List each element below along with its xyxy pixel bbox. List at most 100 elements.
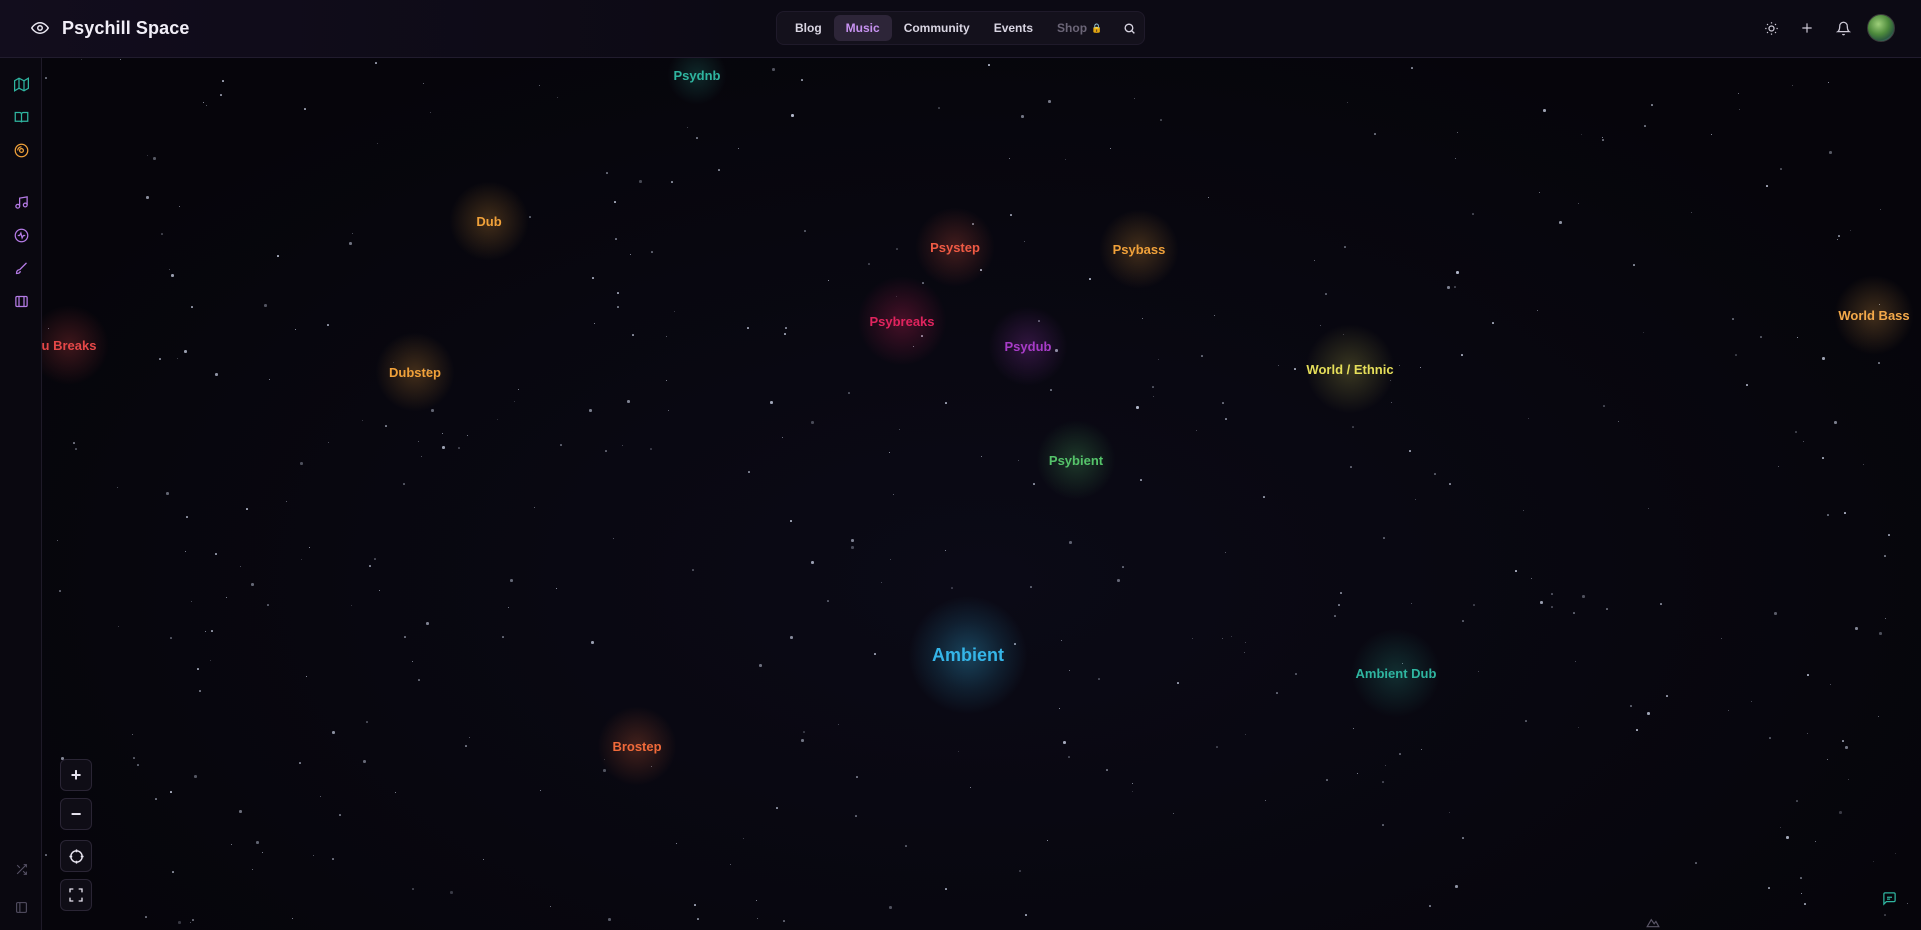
star: [377, 143, 378, 144]
genre-node-dub[interactable]: Dub: [449, 181, 529, 261]
star: [1050, 389, 1052, 391]
genre-node-psydnb[interactable]: Psydnb: [612, 58, 782, 105]
star: [1796, 800, 1798, 802]
star: [1340, 592, 1342, 594]
chat-button[interactable]: [1878, 887, 1900, 909]
genre-node-psybass[interactable]: Psybass: [1079, 209, 1199, 289]
music-note-icon[interactable]: [10, 191, 32, 213]
zoom-in-button[interactable]: +: [60, 759, 92, 791]
star: [395, 792, 396, 793]
star: [1434, 473, 1436, 475]
star: [246, 508, 248, 510]
star: [1455, 885, 1458, 888]
library-icon[interactable]: [10, 290, 32, 312]
star: [1880, 209, 1881, 210]
star: [332, 731, 335, 734]
star: [1578, 727, 1579, 728]
app-title[interactable]: Psychill Space: [62, 18, 189, 39]
star: [1644, 125, 1646, 127]
genre-label: Psybreaks: [869, 313, 935, 329]
star: [606, 172, 608, 174]
star: [186, 516, 188, 518]
tab-shop[interactable]: Shop 🔒: [1045, 15, 1114, 41]
panel-icon[interactable]: [10, 896, 32, 918]
fullscreen-button[interactable]: [60, 879, 92, 911]
star: [1411, 603, 1412, 604]
star: [1140, 479, 1142, 481]
genre-node-psydub[interactable]: Psydub: [973, 306, 1083, 386]
radio-icon[interactable]: [10, 224, 32, 246]
star: [1633, 264, 1635, 266]
star: [133, 757, 135, 759]
genre-node-ambient-dub[interactable]: Ambient Dub: [1321, 628, 1471, 718]
plus-icon: [1802, 23, 1812, 33]
search-icon: [1124, 22, 1135, 34]
star: [465, 745, 467, 747]
genre-node-breaks[interactable]: u Breaks: [42, 305, 109, 385]
star: [1884, 555, 1886, 557]
star: [418, 441, 419, 442]
genre-node-world-bass[interactable]: World Bass: [1814, 275, 1921, 355]
star: [412, 661, 413, 662]
brush-icon[interactable]: [10, 257, 32, 279]
star: [1492, 322, 1494, 324]
tab-events[interactable]: Events: [982, 15, 1045, 41]
star: [1478, 671, 1479, 672]
star: [1472, 213, 1474, 215]
book-icon[interactable]: [10, 106, 32, 128]
shuffle-icon[interactable]: [10, 858, 32, 880]
star: [1142, 318, 1143, 319]
theme-toggle-button[interactable]: [1753, 13, 1789, 43]
star: [1885, 618, 1886, 619]
zoom-out-button[interactable]: −: [60, 798, 92, 830]
star: [240, 566, 241, 567]
star: [1382, 781, 1384, 783]
genre-space-map[interactable]: Psydnb Dub Psystep Psybass World Bass u …: [42, 58, 1921, 930]
star: [1735, 354, 1737, 356]
genre-node-psybreaks[interactable]: Psybreaks: [842, 276, 962, 366]
main-nav: Blog Music Community Events Shop 🔒: [776, 11, 1145, 45]
plus-icon: +: [70, 764, 82, 785]
genre-node-world-ethnic[interactable]: World / Ethnic: [1275, 324, 1425, 414]
tab-community[interactable]: Community: [892, 15, 982, 41]
brand[interactable]: Psychill Space: [28, 14, 189, 42]
attribution-button[interactable]: [1643, 913, 1663, 930]
star: [1618, 421, 1619, 422]
star: [299, 762, 301, 764]
star: [120, 59, 121, 60]
genre-node-psybient[interactable]: Psybient: [1016, 420, 1136, 500]
avatar[interactable]: [1867, 14, 1895, 42]
vinyl-icon[interactable]: [10, 139, 32, 161]
genre-node-dubstep[interactable]: Dubstep: [365, 332, 465, 412]
star: [591, 641, 594, 644]
star: [1214, 315, 1215, 316]
star: [674, 311, 675, 312]
star: [838, 724, 839, 725]
map-icon[interactable]: [10, 73, 32, 95]
star: [1225, 552, 1226, 553]
star: [1732, 318, 1734, 320]
star: [608, 918, 611, 921]
star: [1907, 903, 1908, 904]
star: [1216, 746, 1218, 748]
bell-icon: [1835, 21, 1851, 35]
star: [1263, 496, 1265, 498]
star: [738, 148, 739, 149]
star: [557, 97, 558, 98]
create-button[interactable]: [1789, 13, 1825, 43]
genre-node-ambient[interactable]: Ambient: [898, 595, 1038, 715]
genre-node-brostep[interactable]: Brostep: [582, 706, 692, 786]
star: [1531, 578, 1532, 579]
star: [226, 597, 227, 598]
notifications-button[interactable]: [1825, 13, 1861, 43]
search-button[interactable]: [1120, 15, 1138, 41]
recenter-button[interactable]: [60, 840, 92, 872]
genre-label: u Breaks: [42, 337, 97, 353]
star: [730, 864, 731, 865]
tab-blog[interactable]: Blog: [783, 15, 834, 41]
tab-music[interactable]: Music: [833, 15, 892, 41]
genre-node-psystep[interactable]: Psystep: [895, 207, 1015, 287]
eye-icon[interactable]: [28, 16, 52, 40]
star: [945, 550, 946, 551]
star: [57, 540, 58, 541]
